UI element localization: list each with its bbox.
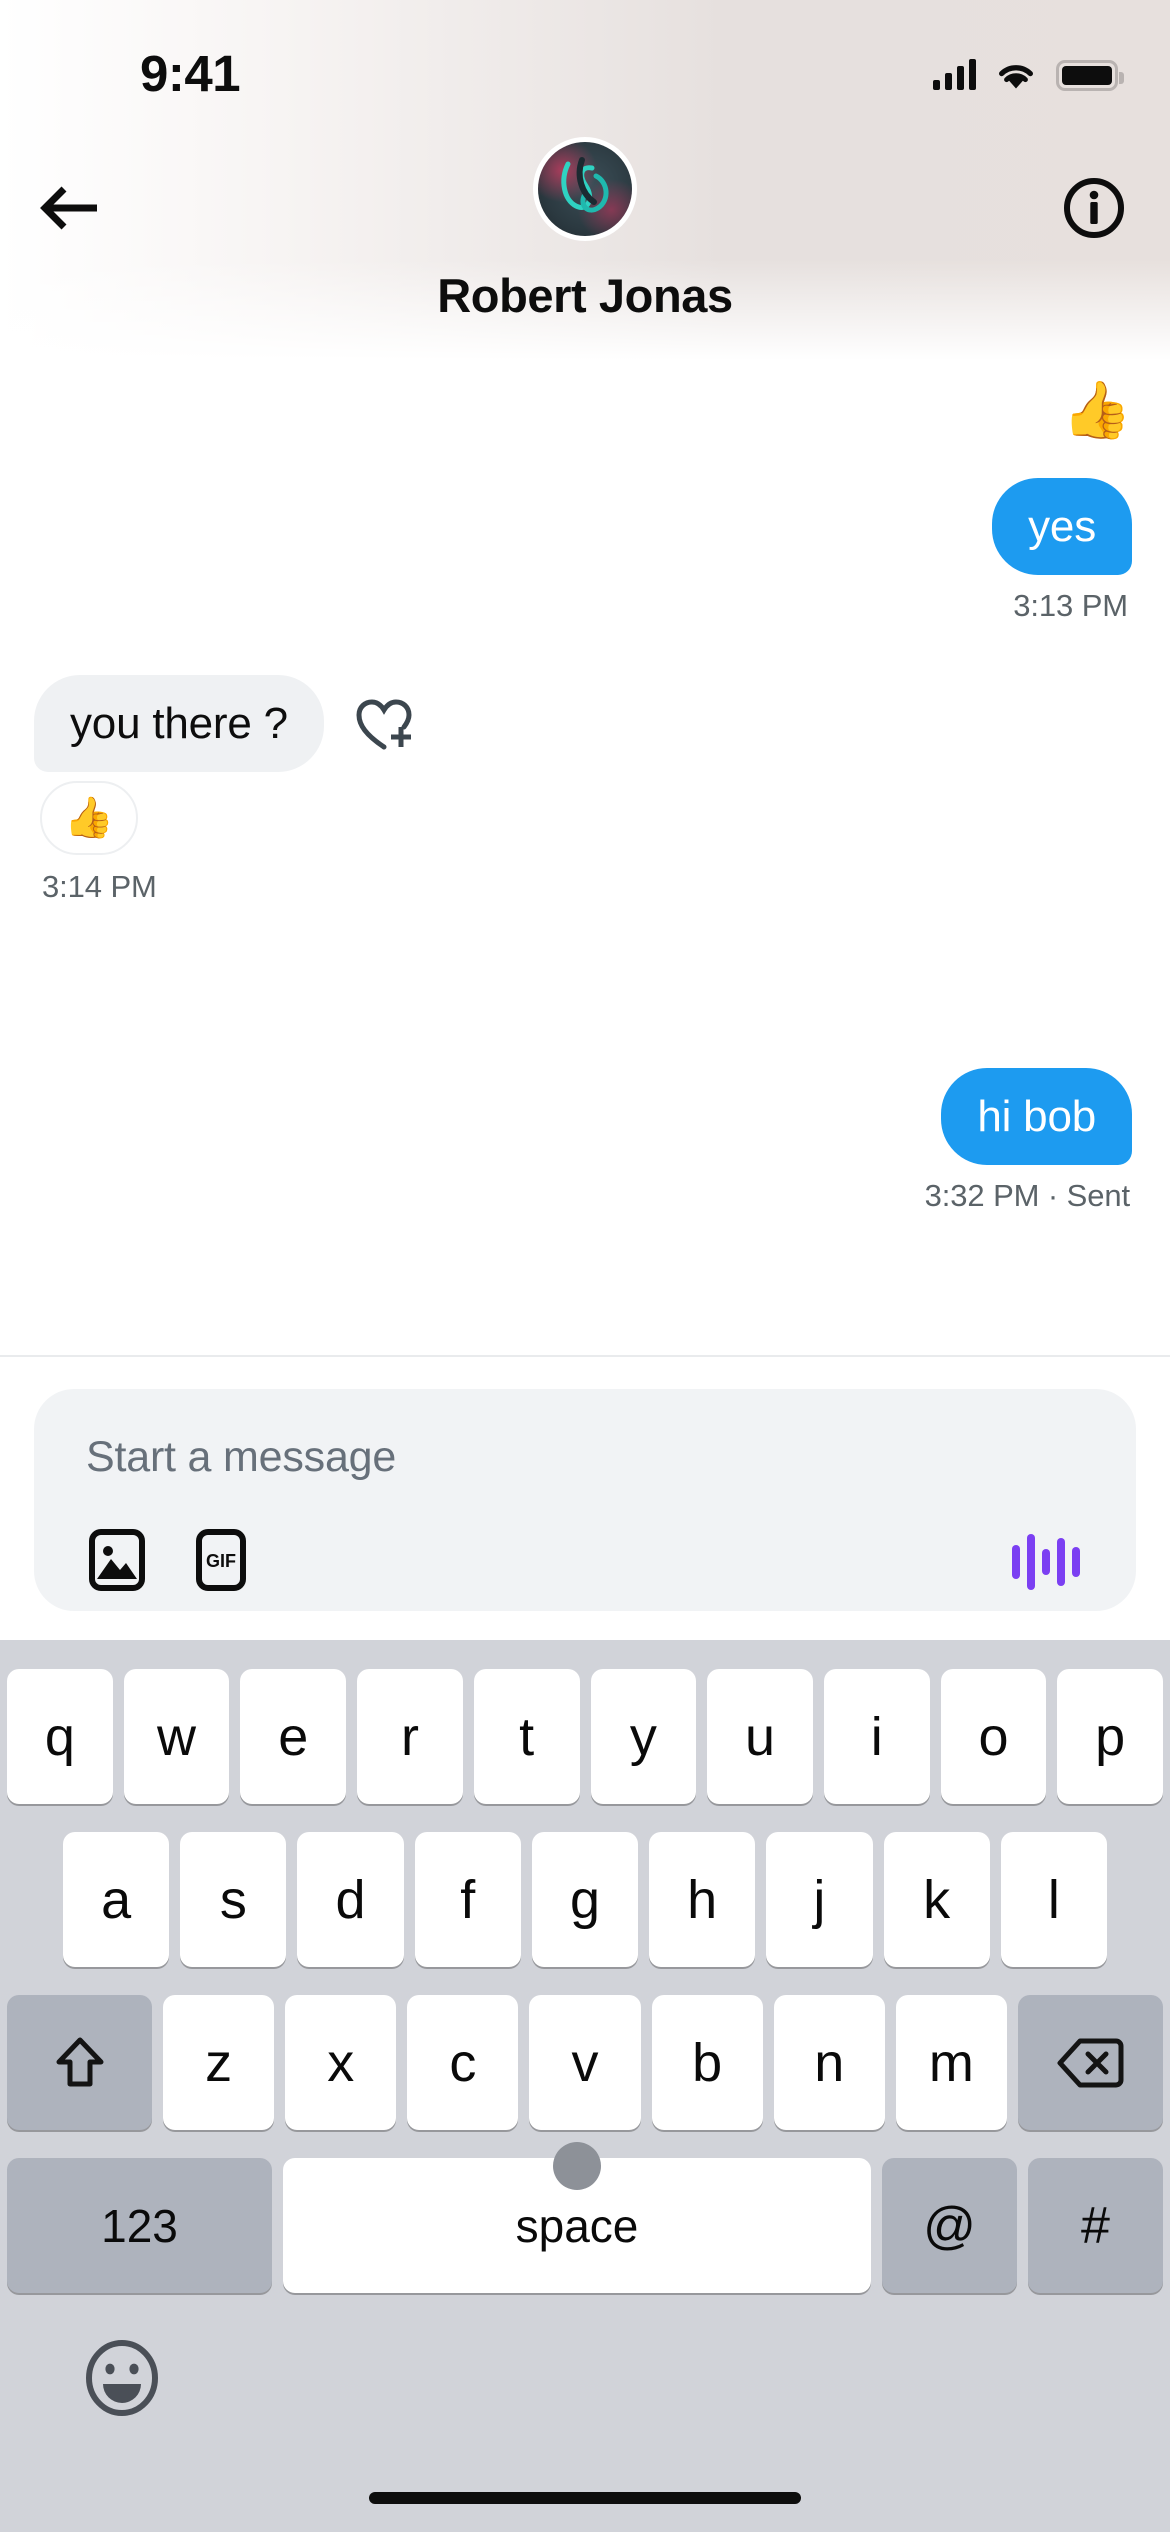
keyboard-row-3: z x c v b n m (0, 1995, 1170, 2130)
message-timestamp: 3:13 PM (1013, 588, 1128, 624)
emoji-keyboard-button[interactable] (74, 2330, 170, 2426)
key-u[interactable]: u (707, 1669, 813, 1804)
info-circle-icon (1064, 178, 1124, 238)
message-thread[interactable]: 👍 yes 3:13 PM you there ? 👍 3:14 PM hi b… (0, 360, 1170, 1355)
floating-reaction-emoji: 👍 (1062, 378, 1132, 441)
message-bubble-outgoing[interactable]: yes (992, 478, 1132, 576)
shift-arrow-icon (56, 2037, 103, 2086)
home-indicator (369, 2492, 801, 2504)
svg-text:GIF: GIF (206, 1551, 236, 1571)
key-x[interactable]: x (285, 1995, 397, 2130)
message-composer: Start a message GIF (0, 1355, 1170, 1640)
key-s[interactable]: s (180, 1832, 287, 1967)
keyboard-row-4: 123 space @ # (0, 2142, 1170, 2293)
keyboard-row-2: a s d f g h j k l (0, 1832, 1170, 1967)
page-title: Robert Jonas (437, 269, 733, 322)
back-arrow-icon (40, 186, 97, 230)
key-g[interactable]: g (531, 1832, 639, 1967)
at-key[interactable]: @ (882, 2158, 1017, 2293)
key-h[interactable]: h (649, 1832, 756, 1967)
back-button[interactable] (22, 160, 118, 256)
message-row-incoming: you there ? 👍 3:14 PM (34, 675, 416, 905)
space-key[interactable]: space (283, 2142, 871, 2293)
key-i[interactable]: i (823, 1669, 930, 1804)
shift-key[interactable] (7, 1995, 152, 2130)
key-f[interactable]: f (414, 1832, 521, 1967)
key-m[interactable]: m (895, 1995, 1007, 2130)
bubble-with-reaction-action: you there ? (34, 675, 416, 773)
message-row-outgoing: hi bob 3:32 PM · Sent (925, 1068, 1132, 1214)
avatar[interactable] (538, 142, 632, 236)
photo-icon[interactable] (86, 1529, 148, 1591)
space-key-label: space (515, 2199, 639, 2252)
message-bubble-incoming[interactable]: you there ? (34, 675, 324, 773)
gif-icon[interactable]: GIF (190, 1529, 252, 1591)
key-w[interactable]: w (123, 1669, 230, 1804)
status-bar-icons (932, 52, 1124, 98)
heart-plus-icon[interactable] (354, 695, 416, 753)
message-input-placeholder[interactable]: Start a message (86, 1433, 396, 1482)
backspace-key[interactable] (1017, 1995, 1163, 2130)
message-reaction-pill[interactable]: 👍 (40, 781, 138, 856)
key-y[interactable]: y (590, 1669, 697, 1804)
key-n[interactable]: n (773, 1995, 885, 2130)
key-d[interactable]: d (297, 1832, 404, 1967)
status-bar-time: 9:41 (140, 45, 241, 102)
key-z[interactable]: z (163, 1995, 275, 2130)
composer-action-icons: GIF (86, 1529, 252, 1591)
message-timestamp: 3:32 PM (924, 1178, 1040, 1214)
message-bubble-outgoing[interactable]: hi bob (941, 1068, 1132, 1166)
on-screen-keyboard[interactable]: q w e r t y u i o p a s d f g h j k l z … (0, 1640, 1170, 2532)
battery-full-icon (1056, 59, 1124, 91)
space-cursor-dot (553, 2142, 601, 2190)
key-b[interactable]: b (651, 1995, 763, 2130)
key-t[interactable]: t (473, 1669, 580, 1804)
message-row-outgoing: yes 3:13 PM (992, 478, 1132, 624)
cellular-signal-icon (932, 59, 976, 90)
emoji-smiley-icon (86, 2340, 158, 2416)
wifi-icon (995, 60, 1037, 91)
keyboard-row-1: q w e r t y u i o p (0, 1669, 1170, 1804)
hash-key[interactable]: # (1028, 2158, 1163, 2293)
key-e[interactable]: e (240, 1669, 347, 1804)
key-p[interactable]: p (1057, 1669, 1164, 1804)
key-k[interactable]: k (883, 1832, 990, 1967)
reaction-emoji: 👍 (64, 796, 114, 841)
key-a[interactable]: a (63, 1832, 170, 1967)
message-timestamp-status: 3:32 PM · Sent (925, 1178, 1130, 1214)
audio-waveform-icon[interactable] (1012, 1531, 1080, 1593)
message-input-container[interactable]: Start a message GIF (34, 1389, 1136, 1611)
message-status: · Sent (1047, 1178, 1130, 1214)
key-v[interactable]: v (529, 1995, 641, 2130)
key-c[interactable]: c (407, 1995, 519, 2130)
key-j[interactable]: j (766, 1832, 873, 1967)
key-q[interactable]: q (7, 1669, 113, 1804)
message-timestamp: 3:14 PM (42, 869, 157, 905)
backspace-icon (1057, 2038, 1124, 2087)
key-o[interactable]: o (940, 1669, 1047, 1804)
key-l[interactable]: l (1000, 1832, 1107, 1967)
conversation-info-button[interactable] (1046, 160, 1142, 256)
status-bar: 9:41 (0, 0, 1170, 120)
numbers-key[interactable]: 123 (7, 2158, 272, 2293)
key-r[interactable]: r (357, 1669, 463, 1804)
